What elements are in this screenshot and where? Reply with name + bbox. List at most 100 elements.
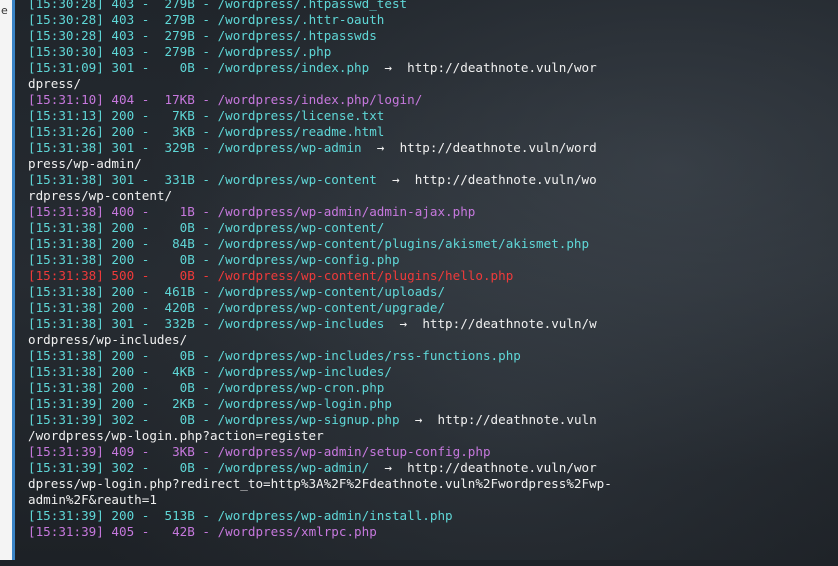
request-path: /wordpress/index.php/login/	[217, 92, 423, 107]
separator: -	[194, 460, 218, 475]
wrapped-text: dpress/wp-login.php?redirect_to=http%3A%…	[28, 476, 612, 491]
response-size: 279B	[156, 0, 195, 11]
status-code: 200 -	[103, 220, 157, 235]
terminal-line: [15:31:38] 200 - 420B - /wordpress/wp-co…	[28, 300, 832, 316]
terminal-line: [15:31:39] 405 - 42B - /wordpress/xmlrpc…	[28, 524, 832, 540]
request-path: /wordpress/wp-cron.php	[217, 380, 385, 395]
response-size: 279B	[156, 12, 195, 27]
redirect-arrow: →	[384, 316, 423, 331]
status-code: 200 -	[103, 348, 157, 363]
request-path: /wordpress/wp-content/uploads/	[217, 284, 446, 299]
response-size: 279B	[156, 44, 195, 59]
separator: -	[194, 380, 218, 395]
response-size: 17KB	[156, 92, 195, 107]
request-path: /wordpress/readme.html	[217, 124, 385, 139]
separator: -	[194, 92, 218, 107]
terminal-line: [15:31:38] 200 - 0B - /wordpress/wp-cron…	[28, 380, 832, 396]
response-size: 2KB	[156, 396, 195, 411]
redirect-target: http://deathnote.vuln/wor	[407, 460, 597, 475]
redirect-arrow: →	[369, 460, 408, 475]
terminal-line: admin%2F&reauth=1	[28, 492, 832, 508]
response-size: 332B	[156, 316, 195, 331]
status-code: 403 -	[103, 12, 157, 27]
separator: -	[194, 60, 218, 75]
terminal-line: [15:30:30] 403 - 279B - /wordpress/.php	[28, 44, 832, 60]
status-code: 301 -	[103, 60, 157, 75]
timestamp: [15:31:38]	[28, 284, 104, 299]
separator: -	[194, 524, 218, 539]
terminal-line: [15:31:10] 404 - 17KB - /wordpress/index…	[28, 92, 832, 108]
separator: -	[194, 172, 218, 187]
separator: -	[194, 204, 218, 219]
request-path: /wordpress/xmlrpc.php	[217, 524, 377, 539]
status-code: 500 -	[103, 268, 157, 283]
response-size: 42B	[156, 524, 195, 539]
separator: -	[194, 444, 218, 459]
request-path: /wordpress/wp-login.php	[217, 396, 392, 411]
timestamp: [15:30:28]	[28, 12, 104, 27]
request-path: /wordpress/wp-includes	[217, 316, 385, 331]
request-path: /wordpress/wp-admin/	[217, 460, 370, 475]
wrapped-text: press/wp-admin/	[28, 156, 142, 171]
separator: -	[194, 508, 218, 523]
separator: -	[194, 412, 218, 427]
response-size: 0B	[156, 348, 195, 363]
timestamp: [15:31:26]	[28, 124, 104, 139]
request-path: /wordpress/wp-includes/	[217, 364, 392, 379]
status-code: 403 -	[103, 0, 157, 11]
timestamp: [15:31:38]	[28, 268, 104, 283]
timestamp: [15:31:38]	[28, 380, 104, 395]
left-window-edge: e	[0, 0, 15, 560]
timestamp: [15:31:38]	[28, 236, 104, 251]
separator: -	[194, 108, 218, 123]
terminal-line: [15:31:39] 302 - 0B - /wordpress/wp-admi…	[28, 460, 832, 476]
status-code: 405 -	[103, 524, 157, 539]
redirect-arrow: →	[361, 140, 400, 155]
status-code: 200 -	[103, 108, 157, 123]
status-code: 200 -	[103, 364, 157, 379]
wrapped-text: /wordpress/wp-login.php?action=register	[28, 428, 324, 443]
request-path: /wordpress/license.txt	[217, 108, 385, 123]
status-code: 409 -	[103, 444, 157, 459]
response-size: 461B	[156, 284, 195, 299]
redirect-arrow: →	[369, 60, 408, 75]
status-code: 404 -	[103, 92, 157, 107]
wrapped-text: rdpress/wp-content/	[28, 188, 173, 203]
separator: -	[194, 396, 218, 411]
separator: -	[194, 12, 218, 27]
timestamp: [15:31:38]	[28, 300, 104, 315]
response-size: 420B	[156, 300, 195, 315]
terminal-line: [15:31:38] 200 - 0B - /wordpress/wp-conf…	[28, 252, 832, 268]
timestamp: [15:31:38]	[28, 364, 104, 379]
status-code: 200 -	[103, 380, 157, 395]
terminal-line: [15:31:38] 200 - 461B - /wordpress/wp-co…	[28, 284, 832, 300]
separator: -	[194, 140, 218, 155]
wrapped-text: ordpress/wp-includes/	[28, 332, 188, 347]
terminal-line: [15:30:28] 403 - 279B - /wordpress/.htpa…	[28, 0, 832, 12]
request-path: /wordpress/wp-admin/install.php	[217, 508, 453, 523]
terminal-line: [15:31:38] 200 - 0B - /wordpress/wp-incl…	[28, 348, 832, 364]
timestamp: [15:31:10]	[28, 92, 104, 107]
wrapped-text: admin%2F&reauth=1	[28, 492, 157, 507]
timestamp: [15:31:38]	[28, 316, 104, 331]
timestamp: [15:31:39]	[28, 460, 104, 475]
timestamp: [15:31:09]	[28, 60, 104, 75]
side-glyph: e	[1, 4, 8, 17]
status-code: 200 -	[103, 508, 157, 523]
terminal-line: ordpress/wp-includes/	[28, 332, 832, 348]
redirect-target: http://deathnote.vuln/word	[399, 140, 597, 155]
timestamp: [15:31:39]	[28, 524, 104, 539]
terminal-line: [15:31:38] 200 - 84B - /wordpress/wp-con…	[28, 236, 832, 252]
terminal-line: [15:31:38] 301 - 332B - /wordpress/wp-in…	[28, 316, 832, 332]
response-size: 0B	[156, 268, 195, 283]
timestamp: [15:31:38]	[28, 204, 104, 219]
redirect-target: http://deathnote.vuln/wo	[414, 172, 597, 187]
terminal-output[interactable]: [15:30:28] 403 - 279B - /wordpress/.htpa…	[28, 0, 832, 566]
request-path: /wordpress/.php	[217, 44, 332, 59]
timestamp: [15:30:30]	[28, 44, 104, 59]
request-path: /wordpress/wp-content	[217, 172, 377, 187]
redirect-target: http://deathnote.vuln/wor	[407, 60, 597, 75]
redirect-arrow: →	[399, 412, 438, 427]
separator: -	[194, 0, 218, 11]
response-size: 0B	[156, 220, 195, 235]
